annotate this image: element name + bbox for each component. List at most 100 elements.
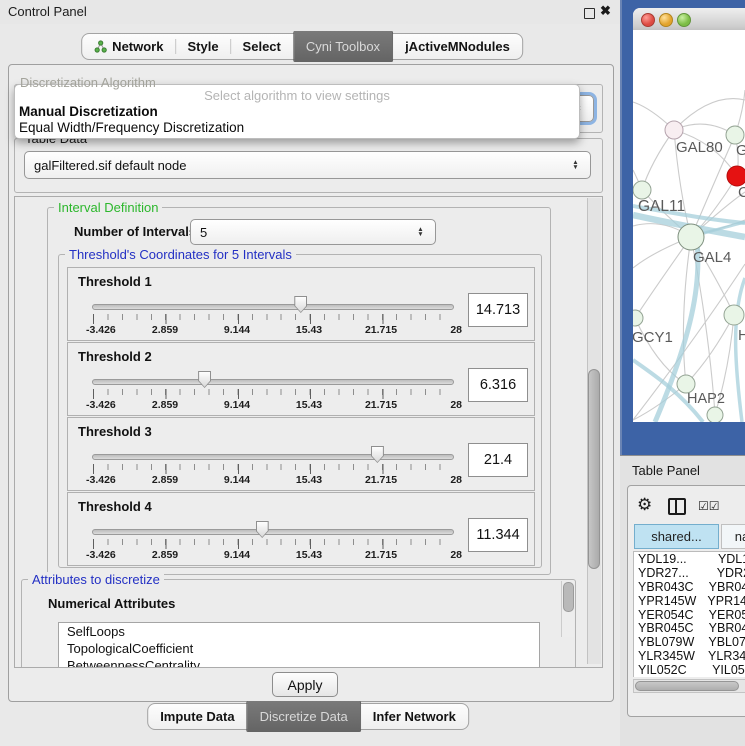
slider-track[interactable] <box>92 379 454 385</box>
slider-thumb[interactable] <box>371 446 384 463</box>
zoom-window-icon[interactable] <box>677 13 691 27</box>
network-node[interactable] <box>724 305 744 325</box>
tick-label: 9.144 <box>224 399 250 411</box>
spinner-icon <box>415 227 426 238</box>
num-intervals-combobox[interactable]: 5 <box>190 219 436 245</box>
split-columns-icon[interactable] <box>668 498 686 515</box>
slider-track[interactable] <box>92 454 454 460</box>
table-panel-section: Table Panel ⚙ ☑☑ shared... name YDL19...… <box>620 455 745 746</box>
table-row[interactable]: YDR27...YDR27 <box>634 566 745 580</box>
attributes-group-label: Attributes to discretize <box>28 572 164 587</box>
tick-label: 21.715 <box>365 324 397 336</box>
table-row[interactable]: YBL079WYBL079W <box>634 635 745 649</box>
network-node[interactable] <box>727 166 745 186</box>
network-node-label: GAL80 <box>676 139 723 156</box>
tab-infer-network[interactable]: Infer Network <box>361 704 468 729</box>
tab-select[interactable]: Select <box>231 34 293 59</box>
popup-option-manual[interactable]: Manual Discretization <box>19 104 158 119</box>
float-window-icon[interactable] <box>584 8 595 19</box>
close-window-icon[interactable] <box>641 13 655 27</box>
table-row[interactable]: YDL19...YDL19 <box>634 552 745 566</box>
table-row[interactable]: YER054CYER054C <box>634 608 745 622</box>
tab-impute-data[interactable]: Impute Data <box>148 704 246 729</box>
tab-label: Infer Network <box>373 709 456 724</box>
attributes-scrollbar[interactable] <box>561 581 574 637</box>
threshold-value-field[interactable]: 21.4 <box>468 443 528 477</box>
attribute-item[interactable]: BetweennessCentrality <box>59 657 539 668</box>
network-edge <box>683 237 691 384</box>
slider-thumb[interactable] <box>294 296 307 313</box>
slider-track[interactable] <box>92 529 454 535</box>
network-node[interactable] <box>707 407 723 422</box>
tab-style[interactable]: Style <box>175 34 230 59</box>
tick-label: 2.859 <box>152 324 178 336</box>
tab-discretize-data[interactable]: Discretize Data <box>247 701 361 732</box>
table-data-value: galFiltered.sif default node <box>34 158 186 173</box>
interval-definition-group: Interval Definition Number of Intervals … <box>47 207 551 575</box>
table-data-combobox[interactable]: galFiltered.sif default node <box>24 151 591 179</box>
slider-thumb[interactable] <box>198 371 211 388</box>
slider-major-ticks <box>93 389 455 399</box>
settings-scrollbar-thumb[interactable] <box>588 369 600 569</box>
attribute-item[interactable]: TopologicalCoefficient <box>59 640 539 657</box>
attribute-item[interactable]: SelfLoops <box>59 623 539 640</box>
network-node[interactable] <box>678 224 704 250</box>
tick-label: 2.859 <box>152 399 178 411</box>
network-node[interactable] <box>633 310 643 326</box>
discretization-algorithm-label: Discretization Algorithm <box>20 75 156 90</box>
network-canvas-svg[interactable]: GAL80GALCGAL11GAL4GCY1HHAP2 <box>633 30 745 422</box>
table-body: YDL19...YDL19YDR27...YDR27YBR043CYBR043C… <box>633 551 745 677</box>
table-row[interactable]: YBR045CYBR045C <box>634 621 745 635</box>
network-canvas[interactable]: GAL80GALCGAL11GAL4GCY1HHAP2 <box>633 30 745 422</box>
tick-label: 9.144 <box>224 474 250 486</box>
threshold-value-field[interactable]: 6.316 <box>468 368 528 402</box>
network-node-label: GAL4 <box>693 249 731 266</box>
scrollbar-thumb[interactable] <box>635 681 739 691</box>
network-node-label: GAL11 <box>638 198 685 215</box>
threshold-label: Threshold 2 <box>78 349 152 364</box>
minimize-window-icon[interactable] <box>659 13 673 27</box>
table-row[interactable]: YBR043CYBR043C <box>634 580 745 594</box>
table-row[interactable]: YIL052CYIL052C <box>634 663 745 677</box>
threshold-row: Threshold 1 -3.426 2.859 9.144 15.43 21.… <box>67 267 535 341</box>
table-row[interactable]: YPR145WYPR145W <box>634 594 745 608</box>
network-edge <box>635 318 686 384</box>
network-edge <box>642 130 674 190</box>
popup-hint: Select algorithm to view settings <box>15 88 579 103</box>
threshold-row: Threshold 2 -3.426 2.859 9.144 15.43 21.… <box>67 342 535 416</box>
tick-label: -3.426 <box>86 324 116 336</box>
threshold-label: Threshold 1 <box>78 274 152 289</box>
threshold-label: Threshold 4 <box>78 499 152 514</box>
network-window-titlebar[interactable] <box>633 8 745 31</box>
select-columns-icon[interactable]: ☑☑ <box>698 499 720 513</box>
network-node[interactable] <box>633 181 651 199</box>
slider-track[interactable] <box>92 304 454 310</box>
gear-icon[interactable]: ⚙ <box>637 495 652 515</box>
tick-label: 9.144 <box>224 324 250 336</box>
tick-label: 28 <box>450 474 462 486</box>
popup-option-equal-width[interactable]: Equal Width/Frequency Discretization <box>19 120 244 135</box>
table-row[interactable]: YLR345WYLR345W <box>634 649 745 663</box>
slider-thumb[interactable] <box>256 521 269 538</box>
tab-cyni-toolbox[interactable]: Cyni Toolbox <box>293 31 393 62</box>
slider-major-ticks <box>93 464 455 474</box>
threshold-value-field[interactable]: 11.344 <box>468 518 528 552</box>
column-header-shared[interactable]: shared... <box>634 524 719 549</box>
tick-label: 21.715 <box>365 474 397 486</box>
table-horizontal-scrollbar[interactable] <box>633 679 745 693</box>
apply-button[interactable]: Apply <box>272 672 338 697</box>
slider-major-ticks <box>93 314 455 324</box>
tab-label: Network <box>112 39 163 54</box>
tab-jactivemnodules[interactable]: jActiveMNodules <box>393 34 522 59</box>
attributes-group: Attributes to discretize Numerical Attri… <box>21 579 576 668</box>
scrollbar-thumb[interactable] <box>563 582 574 612</box>
num-intervals-value: 5 <box>200 225 207 240</box>
threshold-value-field[interactable]: 14.713 <box>468 293 528 327</box>
numerical-attributes-list[interactable]: SelfLoopsTopologicalCoefficientBetweenne… <box>58 622 540 668</box>
network-node[interactable] <box>665 121 683 139</box>
close-icon[interactable]: ✖ <box>600 3 611 19</box>
tab-network[interactable]: Network <box>82 34 175 59</box>
tab-label: Style <box>187 39 218 54</box>
column-header-name[interactable]: name <box>721 524 745 549</box>
spinner-icon <box>570 160 581 171</box>
